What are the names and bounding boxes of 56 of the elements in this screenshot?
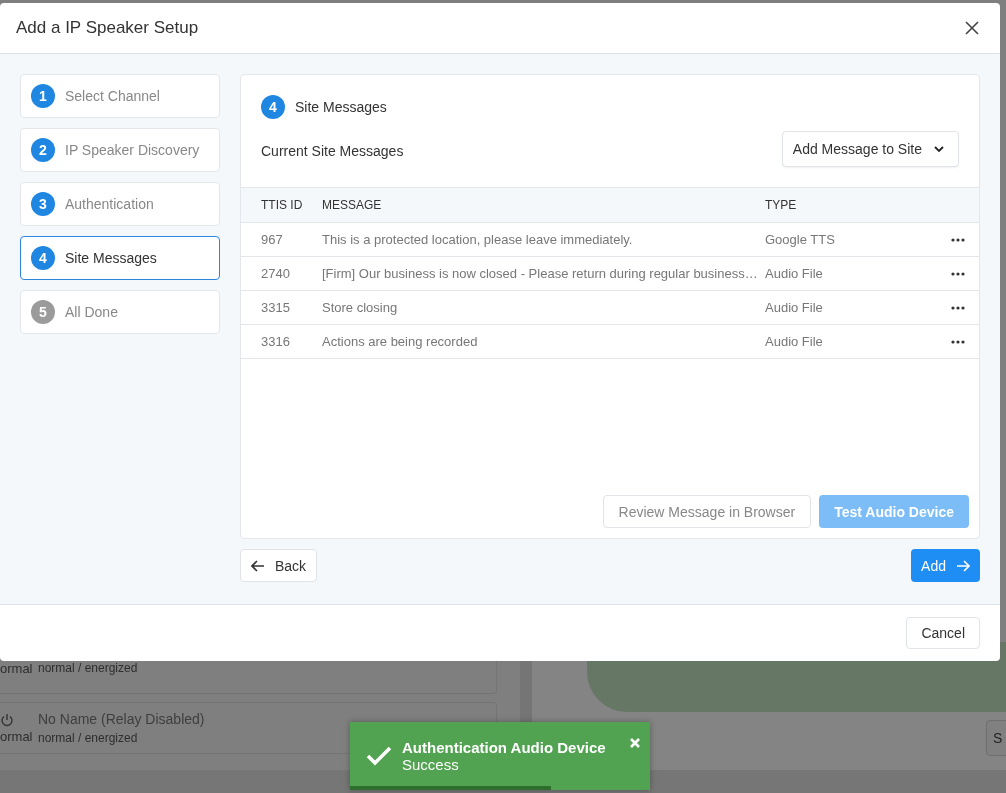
- more-icon[interactable]: [951, 339, 965, 344]
- add-message-dropdown[interactable]: Add Message to Site: [781, 131, 959, 167]
- table-cell-text: Audio File: [765, 334, 824, 349]
- step-label: All Done: [65, 304, 118, 320]
- table-cell-text: 967: [261, 232, 284, 247]
- arrow-right-icon: [956, 559, 970, 572]
- step-title: Site Messages: [295, 99, 387, 115]
- column-header: MESSAGE: [322, 198, 383, 212]
- add-button[interactable]: Add: [911, 549, 980, 582]
- table-cell-text: Audio File: [765, 300, 824, 315]
- step-item[interactable]: 1 Select Channel: [20, 74, 220, 118]
- toast-message: Success: [402, 756, 460, 773]
- column-header: TTIS ID: [261, 198, 304, 212]
- table-cell-text: Audio File: [765, 266, 824, 281]
- table-cell-text: [Firm] Our business is now closed - Please return during regular business…: [322, 266, 759, 281]
- step-number: 4: [31, 246, 55, 270]
- back-button[interactable]: Back: [240, 549, 318, 582]
- toast-title: Authentication Audio Device: [402, 739, 606, 756]
- step-label: Site Messages: [65, 250, 157, 266]
- state-text: ormal: [0, 660, 33, 676]
- step-item[interactable]: 3 Authentication: [20, 182, 220, 226]
- step-label: IP Speaker Discovery: [65, 142, 200, 158]
- cancel-button[interactable]: Cancel: [906, 617, 980, 649]
- more-icon[interactable]: [951, 305, 965, 310]
- more-icon[interactable]: [951, 271, 965, 276]
- close-icon[interactable]: [964, 20, 980, 36]
- dialog-title: Add a IP Speaker Setup: [16, 18, 199, 38]
- step-number: 4: [261, 95, 285, 119]
- step-label: Authentication: [65, 196, 154, 212]
- arrow-left-icon: [251, 559, 265, 572]
- step-item[interactable]: 4 Site Messages: [20, 236, 220, 280]
- step-number: 5: [31, 300, 55, 324]
- section-title: Current Site Messages: [261, 143, 404, 159]
- relay-name: No Name (Relay Disabled): [38, 711, 205, 727]
- checkmark-icon: [366, 746, 392, 766]
- table-cell-text: 3316: [261, 334, 291, 349]
- column-header: TYPE: [765, 198, 798, 212]
- step-number: 3: [31, 192, 55, 216]
- relay-detail: normal / energized: [38, 731, 139, 745]
- power-icon: [0, 712, 14, 727]
- state-text: ormal: [0, 728, 33, 744]
- table-cell-text: Google TTS: [765, 232, 836, 247]
- table-cell-text: Actions are being recorded: [322, 334, 479, 349]
- table-cell-text: This is a protected location, please leave immediately.: [322, 232, 634, 247]
- more-icon[interactable]: [951, 237, 965, 242]
- relay-detail: normal / energized: [38, 661, 138, 675]
- table-cell-text: 3315: [261, 300, 291, 315]
- step-item[interactable]: 2 IP Speaker Discovery: [20, 128, 220, 172]
- step-label: Select Channel: [65, 88, 160, 104]
- step-number: 1: [31, 84, 55, 108]
- step-number: 2: [31, 138, 55, 162]
- chevron-down-icon: [934, 145, 944, 153]
- table-cell-text: 2740: [261, 266, 291, 281]
- table-cell-text: Store closing: [322, 300, 399, 315]
- side-button[interactable]: S: [986, 720, 1006, 756]
- step-item[interactable]: 5 All Done: [20, 290, 220, 334]
